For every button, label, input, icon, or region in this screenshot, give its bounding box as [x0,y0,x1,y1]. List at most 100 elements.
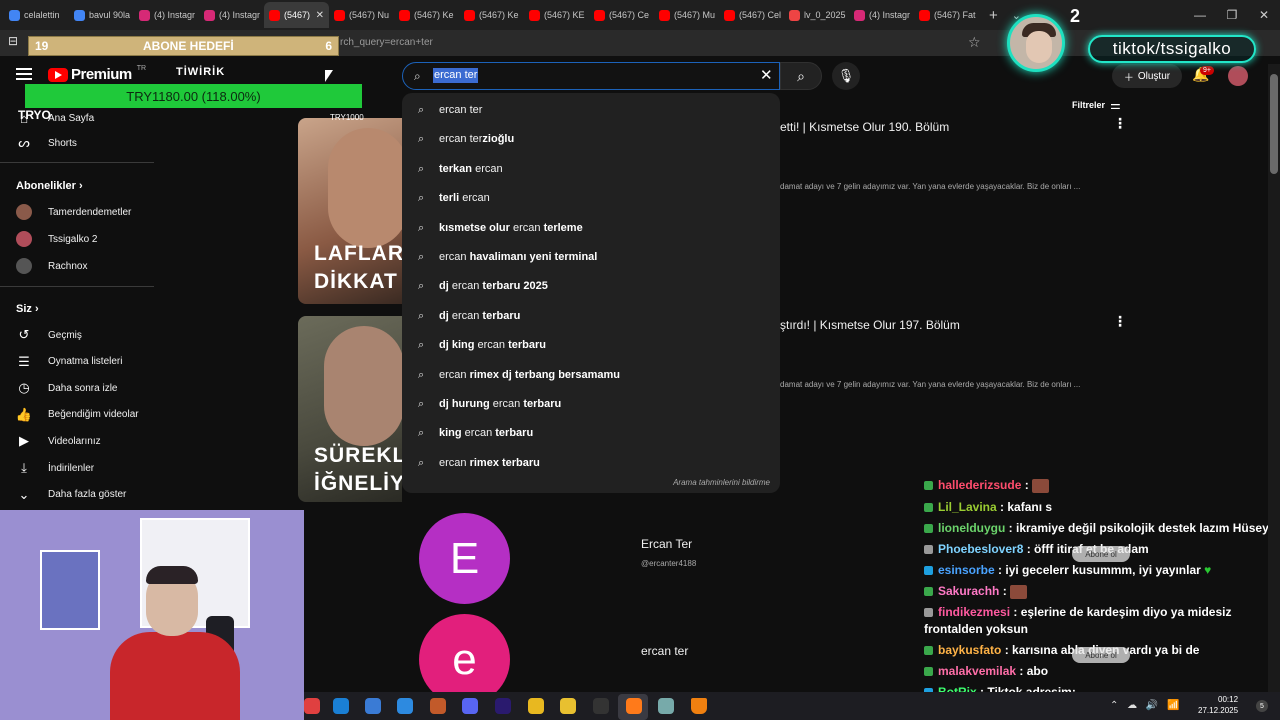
browser-tab[interactable]: (5467) Ke [394,2,459,28]
hamburger-menu-icon[interactable] [16,68,32,80]
create-button[interactable]: ＋ Oluştur [1112,64,1182,88]
discord-icon[interactable] [462,698,478,714]
browser-tab[interactable]: (5467) Cel [719,2,784,28]
report-predictions-link[interactable]: Arama tahminlerini bildirme [673,478,770,487]
video-title[interactable]: etti! | Kısmetse Olur 190. Bölüm [780,120,949,134]
browser-tab[interactable]: (5467) Mu [654,2,719,28]
suggestion-bold-part: rimex terbaru [469,456,540,469]
browser-tab[interactable]: (4) Instagr [849,2,914,28]
search-suggestion[interactable]: ⌕ dj king ercan terbaru [402,331,780,360]
voice-search-button[interactable]: 🎙 [832,62,860,90]
app-icon[interactable] [658,698,674,714]
video-title[interactable]: ştırdı! | Kısmetse Olur 197. Bölüm [780,318,960,332]
tab-title: (5467) Ke [479,10,519,20]
restore-icon[interactable]: ❐ [1216,0,1248,30]
tune-icon[interactable]: ⊟ [8,34,18,48]
taskbar-clock[interactable]: 00:12 27.12.2025 [1198,694,1238,716]
sidebar-item-subscription[interactable]: Tssigalko 2 [16,231,97,247]
search-suggestion[interactable]: ⌕ dj ercan terbaru [402,302,780,331]
url-text[interactable]: rch_query=ercan+ter [340,37,433,48]
search-suggestion[interactable]: ⌕ ercan rimex dj terbang bersamamu [402,361,780,390]
obs-icon[interactable] [593,698,609,714]
bookmark-star-icon[interactable]: ☆ [968,34,981,51]
search-input[interactable]: ercan ter [433,68,479,83]
sidebar-item-subscription[interactable]: Tamerdendemetler [16,204,131,220]
video-thumbnail[interactable]: LAFLAR DİKKAT [298,118,402,304]
search-suggestion[interactable]: ⌕ ercan ter [402,96,780,125]
search-suggestion[interactable]: ⌕ terli ercan [402,184,780,213]
you-header[interactable]: Siz › [16,303,39,315]
chat-message: baykusfato : karısına abla diyen vardı y… [924,643,1199,657]
chat-username: Phoebeslover8 [938,542,1024,556]
video-thumbnail[interactable]: SÜREKL İĞNELİY [298,316,402,502]
browser-tab[interactable]: (5467) Ke [459,2,524,28]
clear-search-icon[interactable]: ✕ [760,66,773,84]
more-options-icon[interactable]: ⋮ [1113,313,1127,330]
search-suggestion[interactable]: ⌕ dj ercan terbaru 2025 [402,272,780,301]
thumbnail-caption: SÜREKL [314,444,402,467]
browser-tab[interactable]: (5467) Fat [914,2,979,28]
channel-name[interactable]: Ercan Ter [641,537,692,551]
edge-icon[interactable] [333,698,349,714]
search-icon: ⌕ [418,251,425,263]
scrollbar-thumb[interactable] [1270,74,1278,174]
sidebar-item-you[interactable]: ▶ Videolarınız [16,433,101,449]
sidebar-item-you[interactable]: ⤓ İndirilenler [16,460,94,476]
chat-text: : [1021,478,1033,492]
sidebar-item-subscription[interactable]: Rachnox [16,258,87,274]
search-suggestion[interactable]: ⌕ ercan havalimanı yeni terminal [402,243,780,272]
close-tab-icon[interactable]: ✕ [316,10,324,21]
browser-tab[interactable]: (5467) ✕ [264,2,329,28]
sidebar-item-you[interactable]: ◷ Daha sonra izle [16,380,117,396]
sidebar-item-you[interactable]: 👍 Beğendiğim videolar [16,407,139,423]
search-suggestion[interactable]: ⌕ dj hurung ercan terbaru [402,390,780,419]
minimize-icon[interactable]: — [1184,0,1216,30]
browser-tab[interactable]: bavul 90la [69,2,134,28]
channel-name[interactable]: ercan ter [641,644,688,658]
channel-avatar[interactable]: E [419,513,510,604]
browser-tab[interactable]: lv_0_2025 [784,2,849,28]
vlc-icon[interactable] [691,698,707,714]
browser-tab[interactable]: (5467) Nu [329,2,394,28]
close-window-icon[interactable]: ✕ [1248,0,1280,30]
sidebar-item-shorts[interactable]: ᔕ Shorts [16,135,77,151]
youtube-logo[interactable]: Premium TR [48,65,146,83]
sidebar-item-you[interactable]: ☰ Oynatma listeleri [16,354,122,370]
browser-tab[interactable]: (4) Instagr [134,2,199,28]
suggestion-text: terli ercan [439,192,490,204]
account-avatar[interactable] [1228,66,1248,86]
browser-tab[interactable]: (4) Instagr [199,2,264,28]
browser-tab[interactable]: celalettin [4,2,69,28]
browser-tab[interactable]: (5467) KE [524,2,589,28]
sidebar-item-you[interactable]: ⌄ Daha fazla göster [16,487,127,503]
sidebar-item-you[interactable]: ↺ Geçmiş [16,327,82,343]
system-tray-icons[interactable]: ⌃ ☁ 🔊 📶 [1110,700,1183,711]
new-tab-icon[interactable]: + [989,7,998,24]
user-badge-icon [924,667,933,677]
store-icon[interactable] [365,698,381,714]
chrome-icon[interactable] [528,698,544,714]
search-suggestion[interactable]: ⌕ king ercan terbaru [402,419,780,448]
premiere-icon[interactable] [495,698,511,714]
search-suggestion[interactable]: ⌕ kısmetse olur ercan terleme [402,214,780,243]
search-suggestion[interactable]: ⌕ terkan ercan [402,155,780,184]
goal-label: ABONE HEDEFİ [143,39,234,53]
photos-icon[interactable] [397,698,413,714]
search-icon: ⌕ [418,192,425,205]
filter-sliders-icon[interactable]: ⚌ [1110,98,1121,112]
channel-avatar [16,204,32,220]
browser-tab[interactable]: (5467) Ce [589,2,654,28]
start-icon[interactable] [304,698,320,714]
filters-button[interactable]: Filtreler [1072,100,1105,110]
files-icon[interactable] [560,698,576,714]
firefox-icon[interactable] [626,698,642,714]
subscriptions-header[interactable]: Abonelikler › [16,180,83,192]
game-icon[interactable] [430,698,446,714]
notification-center-badge[interactable]: 5 [1256,700,1268,712]
suggestion-bold-prefix: dj hurung [439,398,490,410]
search-suggestion[interactable]: ⌕ ercan rimex terbaru [402,449,780,478]
more-options-icon[interactable]: ⋮ [1113,115,1127,132]
search-suggestion[interactable]: ⌕ ercan terzioğlu [402,125,780,154]
page-scrollbar[interactable] [1268,64,1280,692]
search-button[interactable]: ⌕ [780,62,822,90]
